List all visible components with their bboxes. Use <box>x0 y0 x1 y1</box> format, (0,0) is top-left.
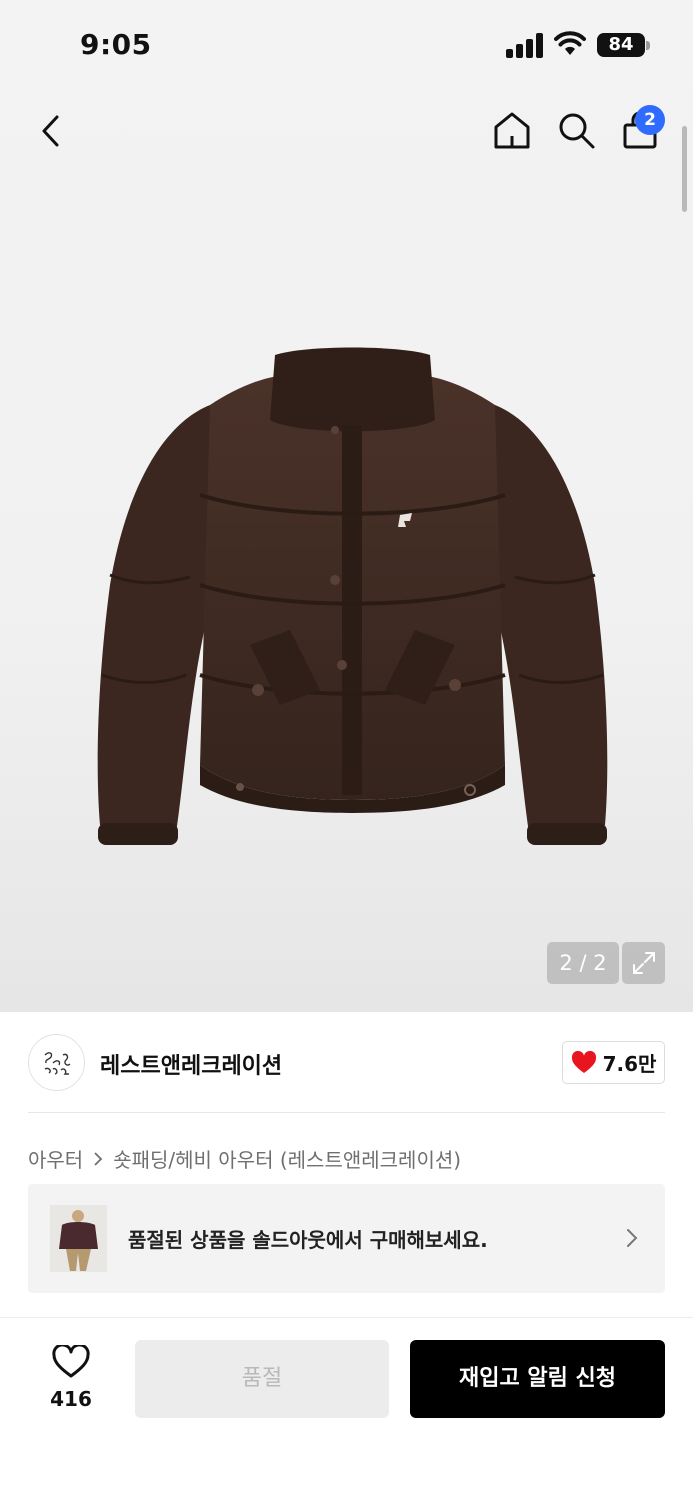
breadcrumb: 아우터 숏패딩/헤비 아우터 (레스트앤레크레이션) <box>28 1144 461 1173</box>
brand-like-button[interactable]: 7.6만 <box>562 1041 665 1084</box>
promo-thumbnail <box>50 1205 107 1272</box>
promo-text: 품절된 상품을 솔드아웃에서 구매해보세요. <box>128 1228 488 1252</box>
heart-outline-icon <box>52 1345 90 1378</box>
wishlist-button[interactable]: 416 <box>40 1342 102 1414</box>
battery-nub <box>646 41 650 50</box>
restock-alert-button[interactable]: 재입고 알림 신청 <box>410 1340 665 1418</box>
search-icon <box>559 113 595 149</box>
wishlist-count: 416 <box>50 1387 92 1411</box>
breadcrumb-category[interactable]: 아우터 <box>28 1144 83 1173</box>
expand-image-button[interactable] <box>622 942 665 984</box>
top-navigation <box>0 100 693 160</box>
bottom-bar-divider <box>0 1317 693 1318</box>
search-button[interactable] <box>552 106 600 154</box>
home-icon <box>494 112 530 149</box>
breadcrumb-subcategory[interactable]: 숏패딩/헤비 아우터 (레스트앤레크레이션) <box>113 1144 461 1173</box>
back-icon <box>42 115 59 147</box>
divider <box>28 1112 665 1113</box>
brand-like-count: 7.6만 <box>602 1052 657 1076</box>
expand-icon <box>632 952 655 974</box>
product-image-jacket <box>97 347 608 845</box>
cellular-signal-icon <box>506 32 544 58</box>
home-button[interactable] <box>488 106 536 154</box>
battery-indicator: 84 <box>597 33 645 57</box>
product-image-area[interactable]: 9:05 84 2 2 / 2 <box>0 0 693 1012</box>
back-button[interactable] <box>28 108 74 154</box>
soldout-promo-banner[interactable]: 품절된 상품을 솔드아웃에서 구매해보세요. <box>28 1184 665 1293</box>
status-time: 9:05 <box>80 28 152 61</box>
brand-name[interactable]: 레스트앤레크레이션 <box>100 1048 282 1080</box>
heart-filled-icon <box>571 1050 596 1073</box>
cart-count-badge: 2 <box>635 105 665 135</box>
wifi-icon <box>554 31 586 55</box>
chevron-right-icon <box>93 1151 103 1167</box>
status-bar: 9:05 84 <box>0 0 693 90</box>
chevron-right-icon <box>627 1229 638 1247</box>
brand-logo[interactable] <box>28 1034 85 1091</box>
image-counter: 2 / 2 <box>547 942 619 984</box>
brand-logo-mark <box>44 1051 70 1075</box>
soldout-button: 품절 <box>135 1340 389 1418</box>
brand-row[interactable]: 레스트앤레크레이션 7.6만 <box>28 1034 665 1092</box>
scrollbar[interactable] <box>682 126 687 212</box>
